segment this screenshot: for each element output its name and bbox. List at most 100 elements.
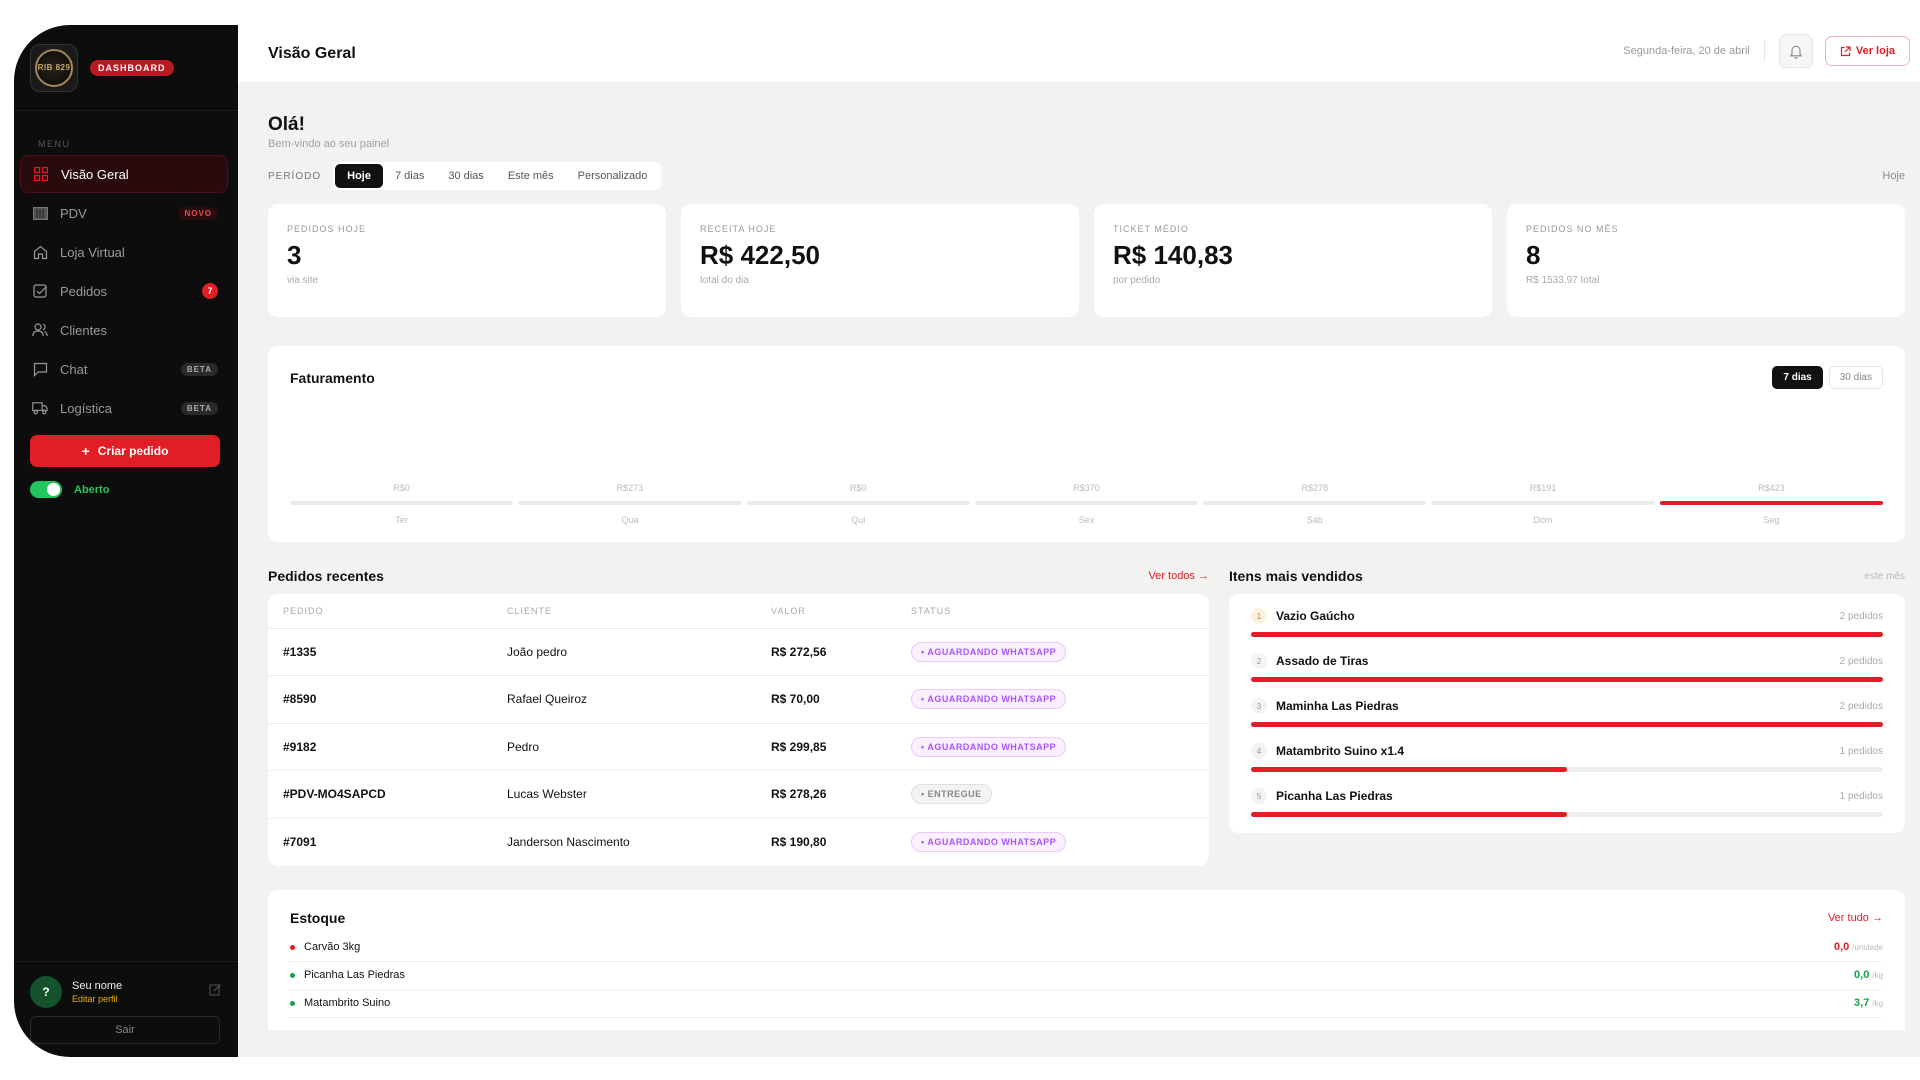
period-options: Hoje 7 dias 30 dias Este mês Personaliza… — [333, 162, 662, 190]
bar-track — [290, 501, 514, 505]
list-item[interactable]: 3 Maminha Las Piedras 2 pedidos — [1251, 698, 1883, 727]
list-item[interactable]: 5 Picanha Las Piedras 1 pedidos — [1251, 788, 1883, 817]
bar-day-label: Ter — [395, 515, 408, 525]
top-item-fill — [1251, 812, 1567, 817]
logo-emblem: RIB 829 — [35, 48, 73, 87]
avatar[interactable]: ? — [30, 976, 62, 1008]
top-item-line: 3 Maminha Las Piedras 2 pedidos — [1251, 698, 1883, 714]
sidebar-item-visao-geral[interactable]: Visão Geral — [20, 155, 228, 193]
sidebar-item-chat[interactable]: Chat BETA — [20, 350, 228, 388]
bar-column: R$0 Qui — [746, 483, 970, 525]
range-option-7-dias[interactable]: 7 dias — [1772, 366, 1823, 389]
brand-logo[interactable]: RIB 829 — [30, 43, 78, 92]
list-item[interactable]: 2 Assado de Tiras 2 pedidos — [1251, 653, 1883, 682]
edit-profile-link[interactable]: Editar perfil — [72, 994, 209, 1004]
stock-row[interactable]: Carvão 3kg 0,0/unidade — [290, 934, 1883, 962]
rank-badge: 4 — [1251, 743, 1267, 759]
column-header-valor: VALOR — [756, 594, 896, 629]
table-row[interactable]: #1335 João pedro R$ 272,56 • AGUARDANDO WHA… — [268, 628, 1209, 676]
stock-status-dot — [290, 972, 295, 978]
table-row[interactable]: #7091 Janderson Nascimento R$ 190,80 • AGUA… — [268, 818, 1209, 866]
stat-sub: R$ 1533,97 total — [1526, 275, 1600, 286]
top-items-card: 1 Vazio Gaúcho 2 pedidos 2 Assado de Tiras 2 … — [1229, 594, 1905, 833]
stock-item-name: Matambrito Suino — [304, 997, 391, 1009]
period-option-hoje[interactable]: Hoje — [335, 164, 383, 188]
sidebar-item-clientes[interactable]: Clientes — [20, 311, 228, 349]
revenue-title: Faturamento — [290, 370, 375, 386]
current-date: Segunda-feira, 20 de abril — [1623, 40, 1765, 62]
top-item-line: 4 Matambrito Suino x1.4 1 pedidos — [1251, 743, 1883, 759]
top-item-name: Matambrito Suino x1.4 — [1276, 744, 1405, 758]
revenue-range: 7 dias 30 dias — [1772, 366, 1883, 389]
store-status-label: Aberto — [74, 483, 110, 496]
topbar-actions: Segunda-feira, 20 de abril Ver loja — [1623, 34, 1910, 68]
orders-table-card: PEDIDO CLIENTE VALOR STATUS #1335 João pe… — [268, 594, 1209, 866]
external-link-icon — [1840, 45, 1851, 56]
list-item[interactable]: 1 Vazio Gaúcho 2 pedidos — [1251, 608, 1883, 637]
stat-card-pedidos-hoje: PEDIDOS HOJE 3 via site — [268, 204, 666, 317]
store-open-toggle[interactable] — [30, 481, 62, 498]
period-option-30-dias[interactable]: 30 dias — [436, 164, 495, 188]
stat-label: RECEITA HOJE — [700, 224, 777, 234]
bar-track — [1431, 501, 1655, 505]
list-item[interactable]: 4 Matambrito Suino x1.4 1 pedidos — [1251, 743, 1883, 772]
stat-value: 3 — [287, 240, 302, 270]
top-items-title: Itens mais vendidos — [1229, 568, 1363, 584]
bar-day-label: Dom — [1533, 515, 1553, 525]
stock-row[interactable]: Matambrito Suino 3,7/kg — [290, 990, 1883, 1018]
current-period: Hoje — [1882, 170, 1905, 182]
table-row[interactable]: #PDV-MO4SAPCD Lucas Webster R$ 278,26 • ENT… — [268, 770, 1209, 819]
order-id: #8590 — [268, 675, 492, 724]
sidebar-item-loja-virtual[interactable]: Loja Virtual — [20, 233, 228, 271]
order-id: #9182 — [268, 723, 492, 771]
sidebar-item-logistica[interactable]: Logística BETA — [20, 389, 228, 427]
period-option-este-mes[interactable]: Este mês — [496, 164, 566, 188]
stock-item-name: Picanha Las Piedras — [304, 969, 405, 981]
edit-icon[interactable] — [209, 983, 222, 1001]
beta-badge: BETA — [180, 401, 218, 415]
bar-column: R$370 Sex — [974, 483, 1199, 525]
stat-label: PEDIDOS NO MÊS — [1526, 224, 1619, 234]
bar-value-label: R$423 — [1758, 483, 1785, 493]
top-items-header: Itens mais vendidos este mês — [1229, 566, 1905, 586]
table-row[interactable]: #9182 Pedro R$ 299,85 • AGUARDANDO WHATSAPP — [268, 723, 1209, 771]
top-item-count: 2 pedidos — [1839, 700, 1883, 712]
view-all-orders-link[interactable]: Ver todos → — [1148, 570, 1209, 582]
stat-sub: total do dia — [700, 275, 749, 286]
sidebar-item-label: PDV — [60, 205, 87, 221]
stock-qty: 0,0 — [1834, 941, 1850, 953]
range-option-30-dias[interactable]: 30 dias — [1828, 366, 1883, 389]
order-value: R$ 190,80 — [771, 835, 827, 849]
stock-unit: /kg — [1872, 970, 1883, 980]
sidebar-item-pdv[interactable]: PDV NOVO — [20, 194, 228, 232]
top-item-fill — [1251, 677, 1883, 682]
create-order-label: Criar pedido — [97, 444, 169, 458]
sidebar-item-label: Visão Geral — [61, 166, 129, 182]
order-status-cell: • AGUARDANDO WHATSAPP — [896, 723, 1209, 771]
stock-qty: 0,0 — [1854, 969, 1870, 981]
period-option-personalizado[interactable]: Personalizado — [566, 164, 660, 188]
users-icon — [32, 322, 48, 338]
period-option-7-dias[interactable]: 7 dias — [383, 164, 436, 188]
logout-button[interactable]: Sair — [30, 1016, 220, 1044]
stat-label: PEDIDOS HOJE — [287, 224, 367, 234]
stats-row: PEDIDOS HOJE 3 via site RECEITA HOJE R$ … — [268, 204, 1905, 317]
sidebar-item-pedidos[interactable]: Pedidos 7 — [20, 272, 228, 310]
view-store-button[interactable]: Ver loja — [1824, 36, 1910, 66]
bar-track — [974, 501, 1199, 505]
stock-header: Estoque Ver tudo → — [290, 910, 1883, 926]
stock-row[interactable]: Picanha Las Piedras 0,0/kg — [290, 962, 1883, 990]
top-item-fill — [1251, 722, 1883, 727]
order-status-cell: • AGUARDANDO WHATSAPP — [896, 675, 1209, 724]
main-content: Olá! Bem-vindo ao seu painel PERÍODO Hoj… — [238, 82, 1920, 1057]
order-value: R$ 278,26 — [756, 770, 896, 819]
greeting-title: Olá! — [268, 114, 305, 135]
table-row[interactable]: #8590 Rafael Queiroz R$ 70,00 • AGUARDANDO … — [268, 675, 1209, 724]
table-header-row: PEDIDO CLIENTE VALOR STATUS — [268, 594, 1209, 629]
create-order-button[interactable]: + Criar pedido — [30, 435, 220, 467]
stat-card-pedidos-mes: PEDIDOS NO MÊS 8 R$ 1533,97 total — [1507, 204, 1905, 317]
notifications-button[interactable] — [1778, 34, 1813, 68]
view-all-stock-link[interactable]: Ver tudo → — [1828, 912, 1883, 924]
view-store-label: Ver loja — [1855, 45, 1895, 57]
brand: RIB 829 DASHBOARD — [14, 25, 238, 111]
